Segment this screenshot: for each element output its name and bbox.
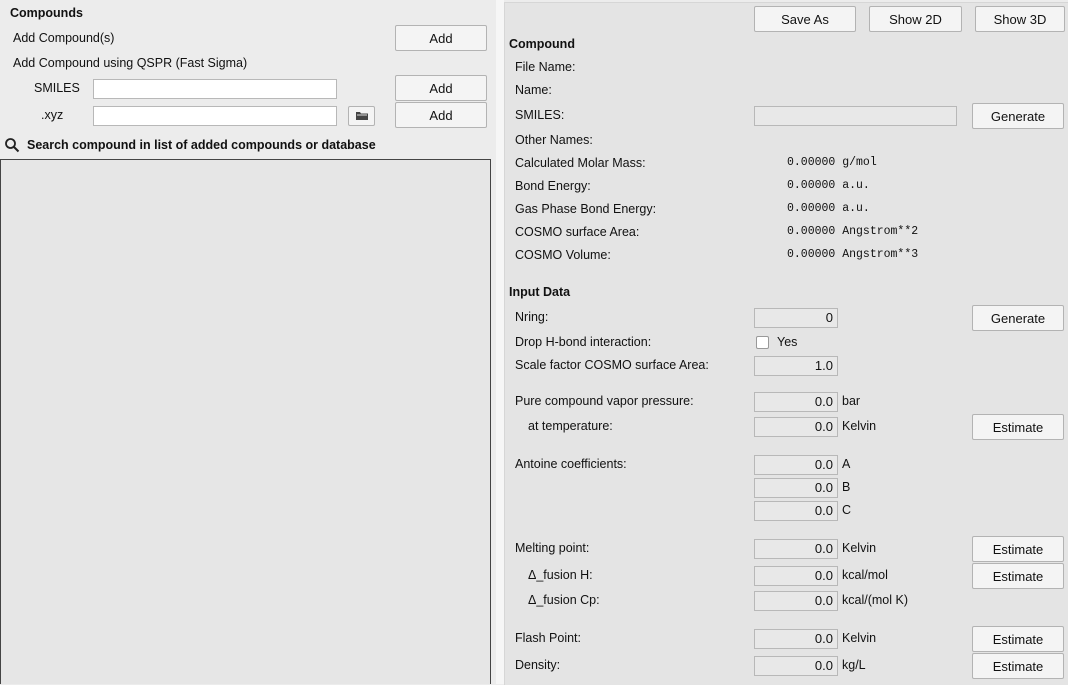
compounds-title: Compounds	[10, 6, 83, 20]
generate-nring-button[interactable]: Generate	[972, 305, 1064, 331]
antoine-label: Antoine coefficients:	[515, 457, 627, 471]
antoine-c-unit: C	[842, 503, 852, 517]
scale-factor-label: Scale factor COSMO surface Area:	[515, 358, 709, 372]
fusion-cp-field[interactable]: 0.0	[754, 591, 838, 611]
save-as-button[interactable]: Save As	[754, 6, 856, 32]
flash-point-unit: Kelvin	[842, 631, 877, 645]
xyz-input[interactable]	[93, 106, 337, 126]
search-label: Search compound in list of added compoun…	[27, 138, 376, 152]
nring-field[interactable]: 0	[754, 308, 838, 328]
fusion-cp-label: Δ_fusion Cp:	[528, 593, 600, 607]
temperature-unit: Kelvin	[842, 419, 877, 433]
add-smiles-button[interactable]: Add	[395, 75, 487, 101]
generate-smiles-button[interactable]: Generate	[972, 103, 1064, 129]
nring-label: Nring:	[515, 310, 549, 324]
smiles-input[interactable]	[93, 79, 337, 99]
drop-hbond-label: Drop H-bond interaction:	[515, 335, 652, 349]
bond-energy-value: 0.00000 a.u.	[787, 179, 870, 192]
estimate-flash-point-button[interactable]: Estimate	[972, 626, 1064, 652]
estimate-vapor-pressure-button[interactable]: Estimate	[972, 414, 1064, 440]
add-xyz-button[interactable]: Add	[395, 102, 487, 128]
fusion-h-unit: kcal/mol	[842, 568, 888, 582]
melting-point-label: Melting point:	[515, 541, 590, 555]
gas-phase-bond-energy-label: Gas Phase Bond Energy:	[515, 202, 657, 216]
fusion-h-label: Δ_fusion H:	[528, 568, 593, 582]
add-compounds-button[interactable]: Add	[395, 25, 487, 51]
compounds-panel: Compounds Add Compound(s) Add Add Compou…	[0, 0, 496, 684]
estimate-density-button[interactable]: Estimate	[972, 653, 1064, 679]
search-icon	[5, 138, 20, 153]
show-2d-button[interactable]: Show 2D	[869, 6, 962, 32]
folder-icon	[355, 112, 368, 120]
fusion-h-field[interactable]: 0.0	[754, 566, 838, 586]
smiles-label: SMILES:	[515, 108, 565, 122]
compound-details-panel: Save As Show 2D Show 3D Compound File Na…	[504, 2, 1068, 685]
xyz-label: .xyz	[41, 108, 64, 122]
temperature-field[interactable]: 0.0	[754, 417, 838, 437]
antoine-c-field[interactable]: 0.0	[754, 501, 838, 521]
input-data-heading: Input Data	[509, 285, 571, 299]
qspr-label: Add Compound using QSPR (Fast Sigma)	[13, 56, 248, 70]
cosmo-volume-value: 0.00000 Angstrom**3	[787, 248, 919, 261]
temperature-label: at temperature:	[528, 419, 613, 433]
show-3d-button[interactable]: Show 3D	[975, 6, 1065, 32]
smiles-label: SMILES	[34, 81, 80, 95]
drop-hbond-checkbox[interactable]	[756, 336, 769, 349]
molar-mass-value: 0.00000 g/mol	[787, 156, 877, 169]
cosmo-area-value: 0.00000 Angstrom**2	[787, 225, 919, 238]
bond-energy-label: Bond Energy:	[515, 179, 591, 193]
panel-divider[interactable]	[496, 0, 504, 684]
file-name-label: File Name:	[515, 60, 576, 74]
vapor-pressure-field[interactable]: 0.0	[754, 392, 838, 412]
flash-point-label: Flash Point:	[515, 631, 582, 645]
other-names-label: Other Names:	[515, 133, 593, 147]
density-label: Density:	[515, 658, 561, 672]
density-field[interactable]: 0.0	[754, 656, 838, 676]
drop-hbond-option-label: Yes	[777, 335, 798, 349]
melting-point-unit: Kelvin	[842, 541, 877, 555]
compound-list[interactable]	[0, 159, 491, 684]
estimate-fusion-h-button[interactable]: Estimate	[972, 563, 1064, 589]
estimate-melting-point-button[interactable]: Estimate	[972, 536, 1064, 562]
cosmo-area-label: COSMO surface Area:	[515, 225, 640, 239]
add-compounds-label: Add Compound(s)	[13, 31, 115, 45]
smiles-field[interactable]	[754, 106, 957, 126]
melting-point-field[interactable]: 0.0	[754, 539, 838, 559]
antoine-a-unit: A	[842, 457, 851, 471]
scale-factor-field[interactable]: 1.0	[754, 356, 838, 376]
browse-folder-button[interactable]	[348, 106, 375, 126]
compound-heading: Compound	[509, 37, 575, 51]
molar-mass-label: Calculated Molar Mass:	[515, 156, 646, 170]
cosmo-volume-label: COSMO Volume:	[515, 248, 611, 262]
antoine-b-field[interactable]: 0.0	[754, 478, 838, 498]
gas-phase-bond-energy-value: 0.00000 a.u.	[787, 202, 870, 215]
fusion-cp-unit: kcal/(mol K)	[842, 593, 908, 607]
density-unit: kg/L	[842, 658, 866, 672]
antoine-b-unit: B	[842, 480, 851, 494]
antoine-a-field[interactable]: 0.0	[754, 455, 838, 475]
name-label: Name:	[515, 83, 552, 97]
vapor-pressure-unit: bar	[842, 394, 861, 408]
flash-point-field[interactable]: 0.0	[754, 629, 838, 649]
vapor-pressure-label: Pure compound vapor pressure:	[515, 394, 694, 408]
